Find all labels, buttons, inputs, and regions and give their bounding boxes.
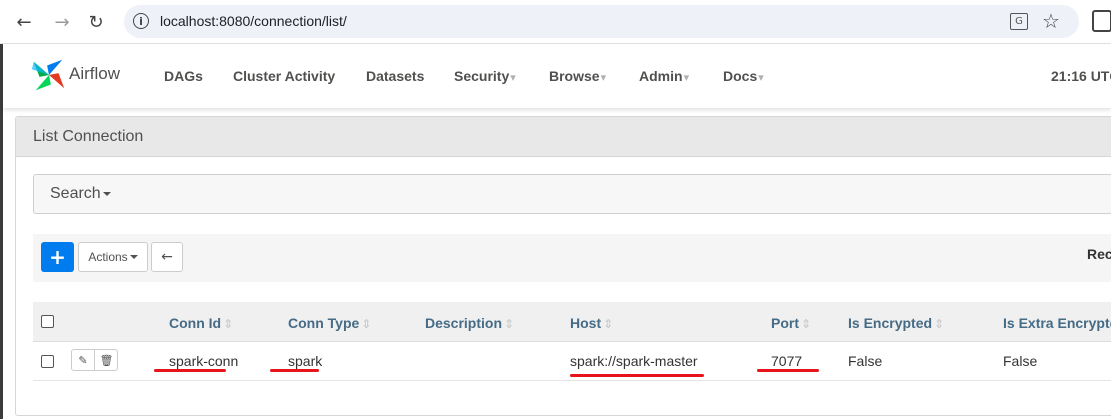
edit-icon[interactable]: ✎ xyxy=(72,350,95,370)
record-count-label: Rec xyxy=(1087,246,1111,262)
caret-down-icon: ▾ xyxy=(683,72,690,84)
col-is-encrypted[interactable]: Is Encrypted ⇕ xyxy=(848,315,944,331)
arrow-left-icon: ← xyxy=(161,249,173,265)
select-all-checkbox[interactable] xyxy=(41,315,54,328)
caret-down-icon: ▾ xyxy=(758,72,764,84)
search-label[interactable]: Search xyxy=(50,185,101,202)
caret-down-icon: ▾ xyxy=(510,72,516,84)
nav-security[interactable]: Security▾ xyxy=(454,68,516,84)
sort-icon: ⇕ xyxy=(361,317,372,331)
caret-down-icon: ▾ xyxy=(600,72,607,84)
airflow-logo-icon[interactable] xyxy=(30,56,68,94)
col-conn-type[interactable]: Conn Type ⇕ xyxy=(288,315,371,331)
annotation-underline xyxy=(570,374,704,377)
cell-conn-type: spark xyxy=(288,353,323,369)
nav-dags[interactable]: DAGs xyxy=(164,68,203,84)
brand-name[interactable]: Airflow xyxy=(69,64,120,84)
utc-clock[interactable]: 21:16 UTC xyxy=(1051,68,1111,84)
airflow-navbar: Airflow DAGs Cluster Activity Datasets S… xyxy=(3,44,1111,108)
sort-icon: ⇕ xyxy=(603,317,614,331)
back-arrow-icon[interactable]: ← xyxy=(12,10,36,34)
cell-is-encrypted: False xyxy=(848,353,883,369)
add-connection-button[interactable]: + xyxy=(41,242,74,272)
back-button[interactable]: ← xyxy=(151,242,183,272)
forward-arrow-icon[interactable]: → xyxy=(50,10,74,34)
bookmark-star-icon[interactable]: ☆ xyxy=(1042,9,1060,33)
caret-down-icon xyxy=(129,255,138,259)
col-is-extra-encrypted[interactable]: Is Extra Encrypted xyxy=(1003,315,1111,331)
reload-icon[interactable]: ↻ xyxy=(84,10,108,34)
actions-dropdown-button[interactable]: Actions xyxy=(78,242,148,272)
col-port[interactable]: Port ⇕ xyxy=(771,315,811,331)
sort-icon: ⇕ xyxy=(801,317,812,331)
cell-conn-id: spark-conn xyxy=(169,353,239,369)
panel-header: List Connection xyxy=(16,117,1111,157)
site-info-icon[interactable]: i xyxy=(133,13,149,29)
col-host[interactable]: Host ⇕ xyxy=(570,315,613,331)
cell-host: spark://spark-master xyxy=(570,353,698,369)
page-title: List Connection xyxy=(33,128,144,145)
col-conn-id[interactable]: Conn Id ⇕ xyxy=(169,315,233,331)
extensions-icon[interactable] xyxy=(1092,10,1111,32)
row-action-buttons: ✎ 🗑 xyxy=(71,349,118,371)
nav-datasets[interactable]: Datasets xyxy=(366,68,424,84)
plus-icon: + xyxy=(49,245,66,269)
nav-docs[interactable]: Docs▾ xyxy=(723,68,764,84)
sort-icon: ⇕ xyxy=(504,317,515,331)
table-header: Conn Id ⇕ Conn Type ⇕ Description ⇕ Host ⇕ P… xyxy=(33,302,1111,342)
nav-admin[interactable]: Admin▾ xyxy=(639,68,689,84)
address-bar[interactable]: i localhost:8080/connection/list/ G ☆ xyxy=(124,5,1079,38)
cell-port: 7077 xyxy=(771,353,803,369)
cell-is-extra-encrypted: False xyxy=(1003,353,1038,369)
col-description[interactable]: Description ⇕ xyxy=(425,315,514,331)
annotation-underline xyxy=(154,369,226,372)
nav-browse[interactable]: Browse▾ xyxy=(549,68,606,84)
list-toolbar: + Actions ← Rec xyxy=(33,234,1111,282)
nav-cluster-activity[interactable]: Cluster Activity xyxy=(233,68,335,84)
trash-icon[interactable]: 🗑 xyxy=(95,350,118,370)
annotation-underline xyxy=(757,369,819,372)
row-checkbox[interactable] xyxy=(41,355,54,368)
browser-toolbar: ← → ↻ i localhost:8080/connection/list/ … xyxy=(0,0,1111,44)
address-url[interactable]: localhost:8080/connection/list/ xyxy=(160,13,347,29)
annotation-underline xyxy=(270,369,319,372)
caret-down-icon xyxy=(102,191,111,196)
translate-icon[interactable]: G xyxy=(1010,13,1028,30)
sort-icon: ⇕ xyxy=(934,317,945,331)
search-dropdown[interactable]: Search xyxy=(33,174,1111,214)
sort-icon: ⇕ xyxy=(223,317,234,331)
